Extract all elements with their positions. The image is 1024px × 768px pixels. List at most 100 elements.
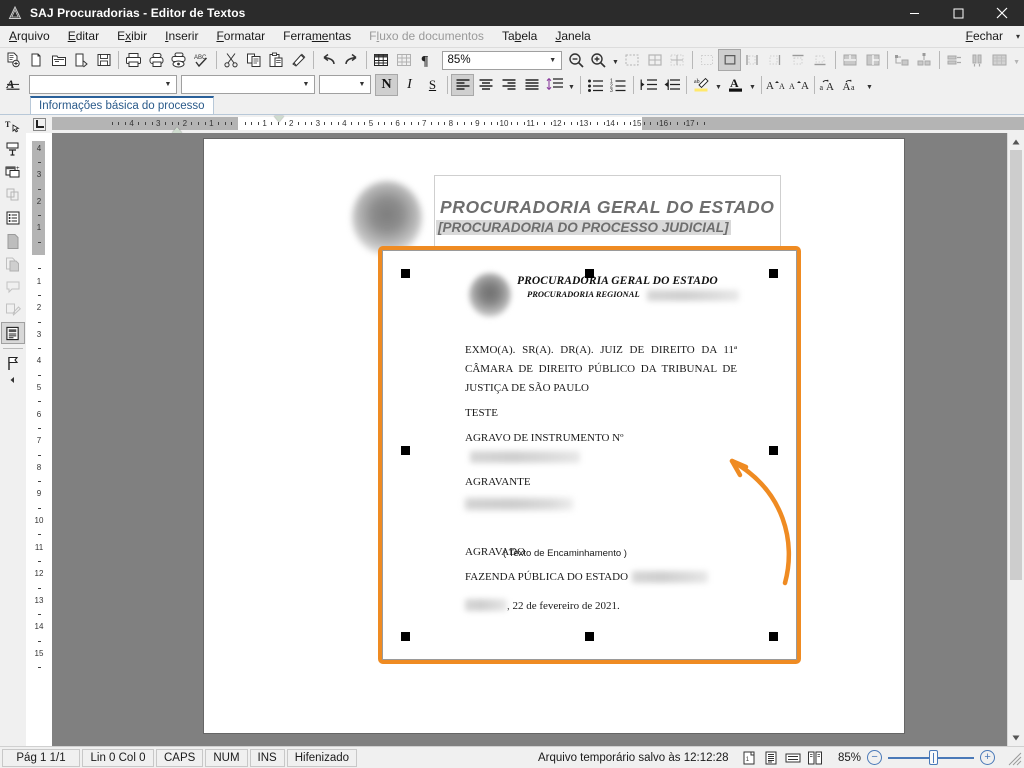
decrease-indent-icon[interactable] xyxy=(660,74,683,96)
selection-handle-middle-right[interactable] xyxy=(769,446,778,455)
document-page[interactable]: PROCURADORIA GERAL DO ESTADO [PROCURADOR… xyxy=(204,139,904,733)
status-num[interactable]: NUM xyxy=(205,748,248,767)
document-canvas[interactable]: PROCURADORIA GERAL DO ESTADO [PROCURADOR… xyxy=(52,133,1007,746)
chevron-down-icon[interactable]: ▼ xyxy=(1011,49,1022,71)
italic-button[interactable]: I xyxy=(398,74,421,96)
chevron-down-icon[interactable]: ▼ xyxy=(354,76,370,93)
new-document-icon[interactable] xyxy=(2,49,25,71)
scroll-up-button[interactable] xyxy=(1008,133,1024,150)
highlight-color-icon[interactable]: ab xyxy=(690,74,713,96)
status-ins[interactable]: INS xyxy=(249,748,285,767)
horizontal-ruler[interactable]: 4 3 2 1 1 2 3 4 5 6 7 8 9 10 11 12 13 14 15 16 17 xyxy=(26,115,1024,133)
selection-handle-bottom-right[interactable] xyxy=(769,632,778,641)
first-line-indent-marker[interactable] xyxy=(274,116,285,122)
numbered-list-icon[interactable]: 123 xyxy=(607,74,630,96)
undo-icon[interactable] xyxy=(317,49,340,71)
chevron-down-icon[interactable]: ▼ xyxy=(544,51,561,69)
menu-tabela[interactable]: Tabela xyxy=(493,26,546,47)
scrollbar-track[interactable] xyxy=(1008,150,1024,729)
uppercase-icon[interactable]: aA xyxy=(818,74,841,96)
align-justify-icon[interactable] xyxy=(520,74,543,96)
status-caps[interactable]: CAPS xyxy=(156,748,204,767)
print-setup-icon[interactable] xyxy=(145,49,168,71)
lowercase-icon[interactable]: Aa xyxy=(841,74,864,96)
menu-janela[interactable]: Janela xyxy=(546,26,599,47)
font-color-icon[interactable]: A xyxy=(724,74,747,96)
selection-handle-middle-left[interactable] xyxy=(401,446,410,455)
bullet-list-icon[interactable] xyxy=(584,74,607,96)
shrink-font-icon[interactable]: AA xyxy=(788,74,811,96)
chevron-down-icon[interactable]: ▼ xyxy=(566,74,577,96)
print-preview-icon[interactable] xyxy=(167,49,190,71)
font-name-combo[interactable]: ▼ xyxy=(181,75,315,94)
scrollbar-thumb[interactable] xyxy=(1010,150,1022,580)
selection-handle-top-right[interactable] xyxy=(769,269,778,278)
tab-stop-selector[interactable] xyxy=(26,115,52,133)
paste-icon[interactable] xyxy=(265,49,288,71)
vertical-scrollbar[interactable] xyxy=(1007,133,1024,746)
minimize-button[interactable] xyxy=(892,0,936,26)
zoom-slider[interactable] xyxy=(888,750,975,765)
list-fields-icon[interactable] xyxy=(1,207,25,229)
selection-handle-top-center[interactable] xyxy=(585,269,594,278)
chevron-down-icon[interactable]: ▾ xyxy=(1016,32,1020,41)
vertical-ruler[interactable]: 4 3 2 1 1 2 3 4 5 6 7 8 9 10 11 12 13 14 15 xyxy=(26,133,52,746)
menu-fechar[interactable]: Fechar xyxy=(957,26,1012,47)
bookmark-flag-icon[interactable] xyxy=(1,352,25,374)
align-right-icon[interactable] xyxy=(497,74,520,96)
menu-formatar[interactable]: Formatar xyxy=(207,26,274,47)
zoom-combo[interactable]: 85% ▼ xyxy=(441,50,562,70)
open-folder-icon[interactable] xyxy=(47,49,70,71)
text-cursor-icon[interactable]: T xyxy=(1,115,25,137)
maximize-button[interactable] xyxy=(936,0,980,26)
document-header-box[interactable]: PROCURADORIA GERAL DO ESTADO [PROCURADOR… xyxy=(434,175,781,247)
close-button[interactable] xyxy=(980,0,1024,26)
reading-view-icon[interactable] xyxy=(762,750,779,766)
blank-page-icon[interactable] xyxy=(25,49,48,71)
menu-arquivo[interactable]: AArquivorquivo xyxy=(0,26,59,47)
resize-grip[interactable] xyxy=(1008,752,1022,766)
zoom-out-icon[interactable] xyxy=(565,49,588,71)
scroll-down-button[interactable] xyxy=(1008,729,1024,746)
paragraph-style-combo[interactable]: ▼ xyxy=(29,75,177,94)
embedded-document-object[interactable]: PROCURADORIA GERAL DO ESTADO PROCURADORI… xyxy=(382,250,797,660)
insert-field-icon[interactable]: + xyxy=(1,161,25,183)
status-hifenizado[interactable]: Hifenizado xyxy=(286,748,358,767)
formatting-marks-icon[interactable]: ¶ xyxy=(415,49,438,71)
line-spacing-icon[interactable] xyxy=(543,74,566,96)
collapse-toolbar-icon[interactable] xyxy=(1,375,25,385)
bold-button[interactable]: N xyxy=(375,73,398,96)
menu-inserir[interactable]: Inserir xyxy=(156,26,207,47)
zoom-out-button[interactable]: − xyxy=(867,750,883,765)
close-document-icon[interactable] xyxy=(70,49,93,71)
text-frame-icon[interactable] xyxy=(1,138,25,160)
increase-indent-icon[interactable] xyxy=(637,74,660,96)
copy-icon[interactable] xyxy=(242,49,265,71)
menu-ferramentas[interactable]: Ferramentas xyxy=(274,26,360,47)
menu-exibir[interactable]: Exibir xyxy=(108,26,156,47)
selection-handle-bottom-center[interactable] xyxy=(585,632,594,641)
horizontal-ruler-track[interactable]: 4 3 2 1 1 2 3 4 5 6 7 8 9 10 11 12 13 14 15 16 17 xyxy=(52,115,1024,133)
font-size-combo[interactable]: ▼ xyxy=(319,75,371,94)
chevron-down-icon[interactable]: ▼ xyxy=(298,76,314,93)
chevron-down-icon[interactable]: ▼ xyxy=(864,74,875,96)
redo-icon[interactable] xyxy=(340,49,363,71)
spellcheck-icon[interactable]: ABC xyxy=(190,49,213,71)
tab-informacoes-basica-do-processo[interactable]: Informações básica do processo xyxy=(30,96,214,114)
zoom-in-button[interactable]: + xyxy=(980,750,996,765)
border-box-icon[interactable] xyxy=(718,49,742,71)
embedded-object-selection[interactable]: PROCURADORIA GERAL DO ESTADO PROCURADORI… xyxy=(378,246,801,664)
two-page-view-icon[interactable] xyxy=(806,750,823,766)
zoom-in-icon[interactable] xyxy=(587,49,610,71)
print-icon[interactable] xyxy=(122,49,145,71)
align-center-icon[interactable] xyxy=(474,74,497,96)
selection-handle-top-left[interactable] xyxy=(401,269,410,278)
align-left-icon[interactable] xyxy=(451,73,474,96)
insert-table-icon[interactable] xyxy=(370,49,393,71)
chevron-down-icon[interactable]: ▼ xyxy=(747,74,758,96)
print-document-icon[interactable] xyxy=(1,322,25,344)
web-layout-view-icon[interactable] xyxy=(784,750,801,766)
save-icon[interactable] xyxy=(93,49,116,71)
print-layout-view-icon[interactable]: 1 xyxy=(740,750,757,766)
menu-editar[interactable]: Editar xyxy=(59,26,108,47)
